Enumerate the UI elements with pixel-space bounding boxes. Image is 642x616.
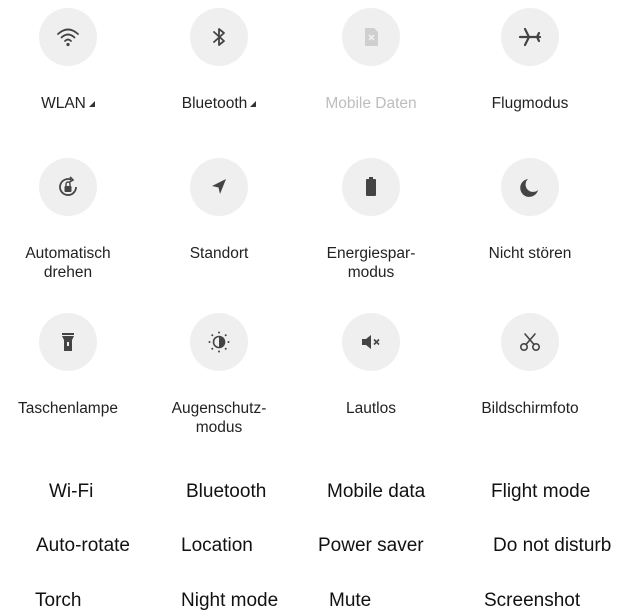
power-saver-button[interactable] [342, 158, 400, 216]
mute-speaker-icon [362, 335, 380, 349]
tile-label: Bildschirmfoto [481, 400, 579, 417]
wifi-icon [57, 28, 79, 47]
flight-mode-button[interactable] [501, 8, 559, 66]
sim-card-icon [365, 28, 378, 46]
expand-caret-icon[interactable] [88, 101, 95, 107]
translation-bluetooth: Bluetooth [186, 481, 267, 502]
translation-flight-mode: Flight mode [491, 481, 591, 502]
location-arrow-icon [212, 179, 226, 194]
wifi-button[interactable] [39, 8, 97, 66]
airplane-icon [518, 27, 542, 47]
tile-night-mode[interactable]: Augenschutz- modus [139, 313, 299, 437]
tile-bluetooth[interactable]: Bluetooth [139, 8, 299, 113]
tile-location[interactable]: Standort [139, 158, 299, 263]
tile-label: Energiespar- modus [326, 245, 416, 281]
translation-wifi: Wi-Fi [49, 481, 94, 502]
translation-auto-rotate: Auto-rotate [36, 535, 130, 556]
tile-mute[interactable]: Lautlos [291, 313, 451, 418]
location-button[interactable] [190, 158, 248, 216]
eye-comfort-sun-icon [208, 331, 230, 353]
tile-label: Augenschutz- modus [171, 400, 267, 436]
tile-label: Flugmodus [491, 95, 569, 112]
tile-label: Lautlos [346, 400, 396, 417]
torch-button[interactable] [39, 313, 97, 371]
tile-label: Mobile Daten [325, 95, 417, 112]
screenshot-button[interactable] [501, 313, 559, 371]
translation-night-mode: Night mode [181, 590, 279, 611]
mute-button[interactable] [342, 313, 400, 371]
mobile-data-button[interactable] [342, 8, 400, 66]
expand-caret-icon[interactable] [250, 101, 257, 107]
translation-location: Location [181, 535, 253, 556]
do-not-disturb-button[interactable] [501, 158, 559, 216]
tile-label: Taschenlampe [18, 400, 118, 417]
tile-label: Standort [189, 245, 249, 262]
translation-mute: Mute [329, 590, 372, 611]
translation-do-not-disturb: Do not disturb [493, 535, 612, 556]
tile-label: Bluetooth [139, 94, 299, 113]
bluetooth-icon [213, 28, 225, 46]
tile-mobile-data[interactable]: Mobile Daten [291, 8, 451, 113]
scissors-icon [519, 333, 541, 352]
translation-torch: Torch [35, 590, 82, 611]
tile-wlan[interactable]: WLAN [0, 8, 148, 113]
tile-power-saver[interactable]: Energiespar- modus [291, 158, 451, 282]
battery-icon [366, 177, 376, 196]
translation-mobile-data: Mobile data [327, 481, 426, 502]
translation-power-saver: Power saver [318, 535, 424, 556]
tile-screenshot[interactable]: Bildschirmfoto [450, 313, 610, 418]
tile-torch[interactable]: Taschenlampe [0, 313, 148, 418]
moon-icon [520, 179, 538, 197]
flashlight-icon [62, 333, 74, 351]
bluetooth-button[interactable] [190, 8, 248, 66]
tile-do-not-disturb[interactable]: Nicht stören [450, 158, 610, 263]
tile-label: WLAN [0, 94, 148, 113]
tile-label: Automatisch drehen [25, 245, 111, 281]
auto-rotate-button[interactable] [39, 158, 97, 216]
auto-rotate-icon [59, 176, 77, 196]
night-mode-button[interactable] [190, 313, 248, 371]
tile-label: Nicht stören [488, 245, 572, 262]
tile-auto-rotate[interactable]: Automatisch drehen [0, 158, 148, 282]
tile-flight-mode[interactable]: Flugmodus [450, 8, 610, 113]
translation-screenshot: Screenshot [484, 590, 581, 611]
